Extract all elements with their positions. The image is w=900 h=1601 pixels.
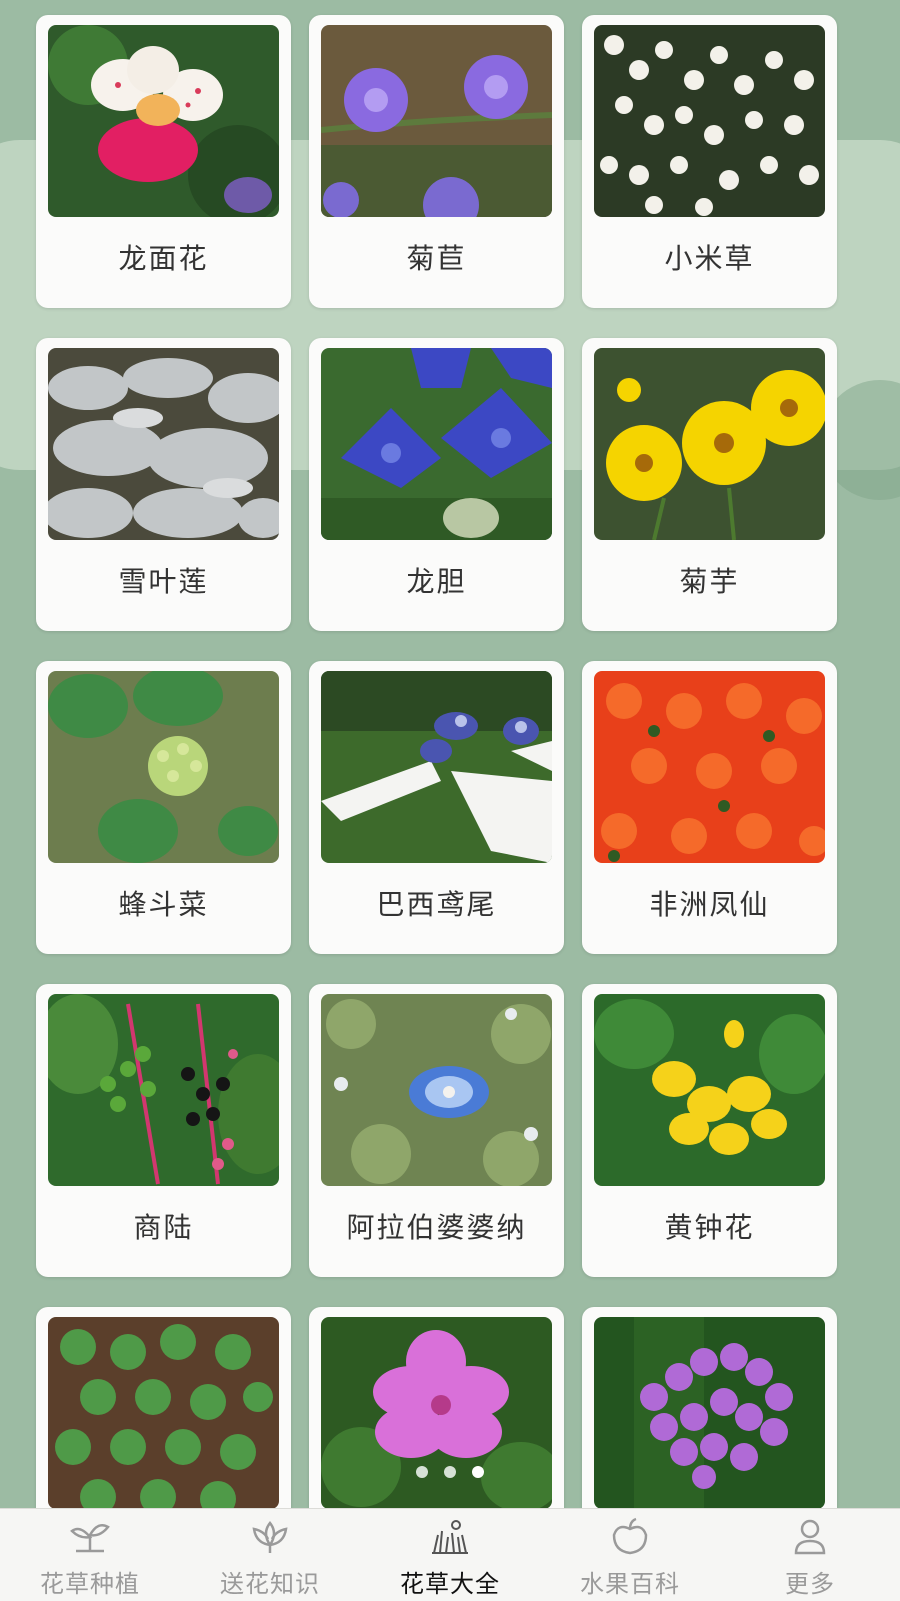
plant-card[interactable]: 龙面花 xyxy=(36,15,291,308)
plant-photo xyxy=(321,994,552,1186)
plant-photo xyxy=(48,994,279,1186)
plant-card[interactable]: 龙胆 xyxy=(309,338,564,631)
plant-photo xyxy=(321,348,552,540)
lotus-icon xyxy=(248,1517,292,1557)
tab-flower-gifting[interactable]: 送花知识 xyxy=(180,1509,360,1601)
plant-name: 龙胆 xyxy=(406,565,467,598)
plant-name: 龙面花 xyxy=(118,242,209,275)
tab-label: 送花知识 xyxy=(220,1570,320,1598)
page-dot[interactable] xyxy=(444,1466,456,1478)
plant-card[interactable]: 小米草 xyxy=(582,15,837,308)
plant-card[interactable]: 雪叶莲 xyxy=(36,338,291,631)
plant-name: 非洲凤仙 xyxy=(649,888,770,921)
page-dot[interactable] xyxy=(416,1466,428,1478)
plant-photo xyxy=(321,25,552,217)
plant-name: 菊苣 xyxy=(406,242,467,275)
tab-label: 更多 xyxy=(785,1570,835,1598)
tab-more[interactable]: 更多 xyxy=(720,1509,900,1601)
plant-name: 蜂斗菜 xyxy=(118,888,209,921)
plant-photo xyxy=(48,348,279,540)
plant-name: 黄钟花 xyxy=(664,1211,755,1244)
tab-plant-encyclopedia[interactable]: 花草大全 xyxy=(360,1509,540,1601)
page-dot-active[interactable] xyxy=(472,1466,484,1478)
sprout-icon xyxy=(68,1517,112,1557)
plant-card[interactable]: 巴西鸢尾 xyxy=(309,661,564,954)
plant-card[interactable]: 非洲凤仙 xyxy=(582,661,837,954)
apple-icon xyxy=(608,1517,652,1557)
plant-name: 阿拉伯婆婆纳 xyxy=(346,1211,527,1244)
plant-photo xyxy=(594,25,825,217)
plant-photo xyxy=(48,25,279,217)
tab-planting[interactable]: 花草种植 xyxy=(0,1509,180,1601)
plant-name: 雪叶莲 xyxy=(118,565,209,598)
plant-photo xyxy=(594,671,825,863)
tab-label: 花草种植 xyxy=(40,1570,140,1598)
plant-photo xyxy=(594,348,825,540)
tab-fruit-encyclopedia[interactable]: 水果百科 xyxy=(540,1509,720,1601)
plant-card[interactable]: 蜂斗菜 xyxy=(36,661,291,954)
plant-card[interactable]: 商陆 xyxy=(36,984,291,1277)
plant-name: 菊芋 xyxy=(679,565,740,598)
plant-name: 巴西鸢尾 xyxy=(376,888,497,921)
plant-name: 商陆 xyxy=(133,1211,194,1244)
plant-card[interactable]: 阿拉伯婆婆纳 xyxy=(309,984,564,1277)
plant-card[interactable]: 菊芋 xyxy=(582,338,837,631)
plant-card[interactable]: 菊苣 xyxy=(309,15,564,308)
tab-label: 花草大全 xyxy=(400,1570,500,1598)
plant-grid: 龙面花 菊苣 小米草 雪叶莲 龙胆 菊芋 蜂斗菜 巴西鸢尾 非洲凤仙 商陆 阿拉… xyxy=(36,15,846,1600)
plant-name: 小米草 xyxy=(664,242,755,275)
tab-label: 水果百科 xyxy=(580,1570,680,1598)
plant-photo xyxy=(321,671,552,863)
plant-card[interactable]: 黄钟花 xyxy=(582,984,837,1277)
bottom-tab-bar: 花草种植 送花知识 花草大全 水果百科 更多 xyxy=(0,1508,900,1601)
user-icon xyxy=(788,1517,832,1557)
plant-photo xyxy=(594,994,825,1186)
page-indicator xyxy=(0,1463,900,1482)
plant-photo xyxy=(48,671,279,863)
grass-flower-icon xyxy=(428,1517,472,1557)
